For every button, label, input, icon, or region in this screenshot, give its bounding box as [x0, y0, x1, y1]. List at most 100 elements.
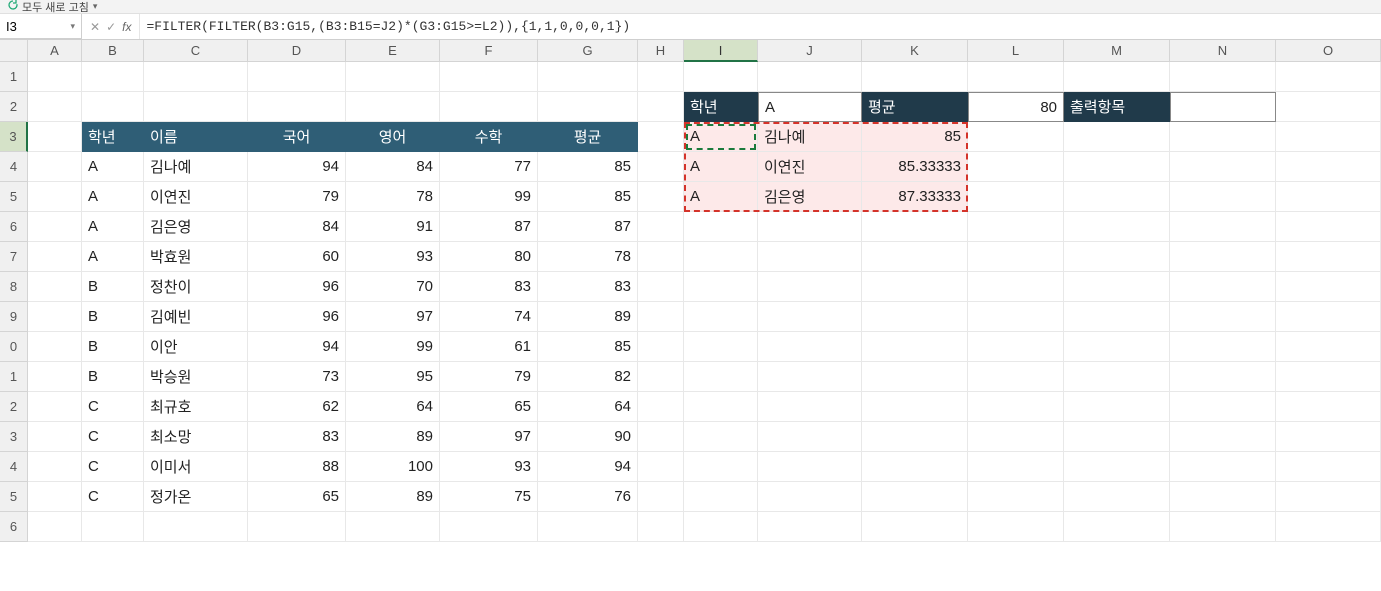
cell[interactable]	[968, 242, 1064, 272]
cell[interactable]	[1064, 152, 1170, 182]
cell[interactable]	[758, 332, 862, 362]
cell[interactable]: 85	[538, 182, 638, 212]
cell[interactable]: 박승원	[144, 362, 248, 392]
spill-cell[interactable]: 85	[862, 122, 968, 152]
cell[interactable]: 94	[538, 452, 638, 482]
cell[interactable]	[1170, 332, 1276, 362]
cell[interactable]	[1170, 302, 1276, 332]
col-header-H[interactable]: H	[638, 40, 684, 62]
spill-cell[interactable]: A	[684, 152, 758, 182]
col-header-C[interactable]: C	[144, 40, 248, 62]
cell[interactable]	[1276, 362, 1381, 392]
col-header-E[interactable]: E	[346, 40, 440, 62]
cell[interactable]	[1170, 242, 1276, 272]
cell[interactable]	[1276, 512, 1381, 542]
cell[interactable]: B	[82, 362, 144, 392]
main-header-eng[interactable]: 영어	[346, 122, 440, 152]
cell[interactable]	[1276, 182, 1381, 212]
refresh-all-label[interactable]: 모두 새로 고침	[22, 0, 89, 15]
cell[interactable]	[638, 242, 684, 272]
cell[interactable]	[538, 512, 638, 542]
cell[interactable]	[862, 422, 968, 452]
cell[interactable]: 95	[346, 362, 440, 392]
cell[interactable]	[684, 242, 758, 272]
row-header[interactable]: 4	[0, 152, 28, 182]
cell[interactable]	[1170, 452, 1276, 482]
cell[interactable]	[1064, 482, 1170, 512]
col-header-M[interactable]: M	[1064, 40, 1170, 62]
cell[interactable]	[28, 452, 82, 482]
cell[interactable]	[638, 332, 684, 362]
cell[interactable]	[1276, 272, 1381, 302]
output-header[interactable]: 출력항목	[1064, 92, 1170, 122]
cell[interactable]	[1064, 242, 1170, 272]
cell[interactable]: C	[82, 482, 144, 512]
cell[interactable]	[538, 62, 638, 92]
cell[interactable]	[968, 302, 1064, 332]
spill-cell[interactable]: A	[684, 122, 758, 152]
criteria-value-avg[interactable]: 80	[968, 92, 1064, 122]
cell[interactable]	[248, 92, 346, 122]
cell[interactable]	[28, 152, 82, 182]
cell[interactable]	[1276, 422, 1381, 452]
cell[interactable]	[862, 482, 968, 512]
row-header[interactable]: 8	[0, 272, 28, 302]
cell[interactable]	[638, 272, 684, 302]
cell[interactable]	[1064, 452, 1170, 482]
main-header-name[interactable]: 이름	[144, 122, 248, 152]
cell[interactable]: 62	[248, 392, 346, 422]
cell[interactable]	[248, 62, 346, 92]
row-header[interactable]: 0	[0, 332, 28, 362]
cell[interactable]	[638, 482, 684, 512]
cell[interactable]	[684, 332, 758, 362]
cell[interactable]	[1064, 362, 1170, 392]
cell[interactable]	[968, 482, 1064, 512]
cell[interactable]	[968, 392, 1064, 422]
cell[interactable]: 100	[346, 452, 440, 482]
cell[interactable]: 89	[346, 422, 440, 452]
cell[interactable]: 84	[346, 152, 440, 182]
spill-cell[interactable]: 김나예	[758, 122, 862, 152]
cell[interactable]	[758, 62, 862, 92]
cell[interactable]	[1276, 452, 1381, 482]
col-header-J[interactable]: J	[758, 40, 862, 62]
cancel-icon[interactable]: ✕	[90, 20, 100, 34]
cell[interactable]: 74	[440, 302, 538, 332]
cell[interactable]	[1276, 62, 1381, 92]
cell[interactable]	[638, 362, 684, 392]
cell[interactable]	[28, 302, 82, 332]
cell[interactable]	[1170, 482, 1276, 512]
cell[interactable]: 77	[440, 152, 538, 182]
cell[interactable]	[758, 272, 862, 302]
cell[interactable]	[28, 332, 82, 362]
cell[interactable]	[28, 392, 82, 422]
cell[interactable]: B	[82, 332, 144, 362]
refresh-icon[interactable]	[8, 0, 18, 13]
cell[interactable]	[1064, 272, 1170, 302]
cell[interactable]: 최소망	[144, 422, 248, 452]
col-header-N[interactable]: N	[1170, 40, 1276, 62]
cell[interactable]: 이안	[144, 332, 248, 362]
cell[interactable]	[758, 302, 862, 332]
cell[interactable]	[1170, 152, 1276, 182]
cell[interactable]	[684, 212, 758, 242]
cell[interactable]	[1170, 422, 1276, 452]
cell[interactable]: 김은영	[144, 212, 248, 242]
row-header[interactable]: 5	[0, 482, 28, 512]
cell[interactable]	[1170, 362, 1276, 392]
cell[interactable]: C	[82, 392, 144, 422]
cell[interactable]	[1064, 182, 1170, 212]
cell[interactable]: 최규호	[144, 392, 248, 422]
cell[interactable]	[1064, 122, 1170, 152]
cell[interactable]	[1064, 62, 1170, 92]
cell[interactable]	[638, 302, 684, 332]
cell[interactable]	[638, 92, 684, 122]
row-header[interactable]: 3	[0, 122, 28, 152]
cell[interactable]: 60	[248, 242, 346, 272]
cell[interactable]	[638, 62, 684, 92]
cell[interactable]	[968, 62, 1064, 92]
spill-cell[interactable]: 김은영	[758, 182, 862, 212]
row-header[interactable]: 4	[0, 452, 28, 482]
row-header[interactable]: 9	[0, 302, 28, 332]
cell[interactable]	[684, 302, 758, 332]
